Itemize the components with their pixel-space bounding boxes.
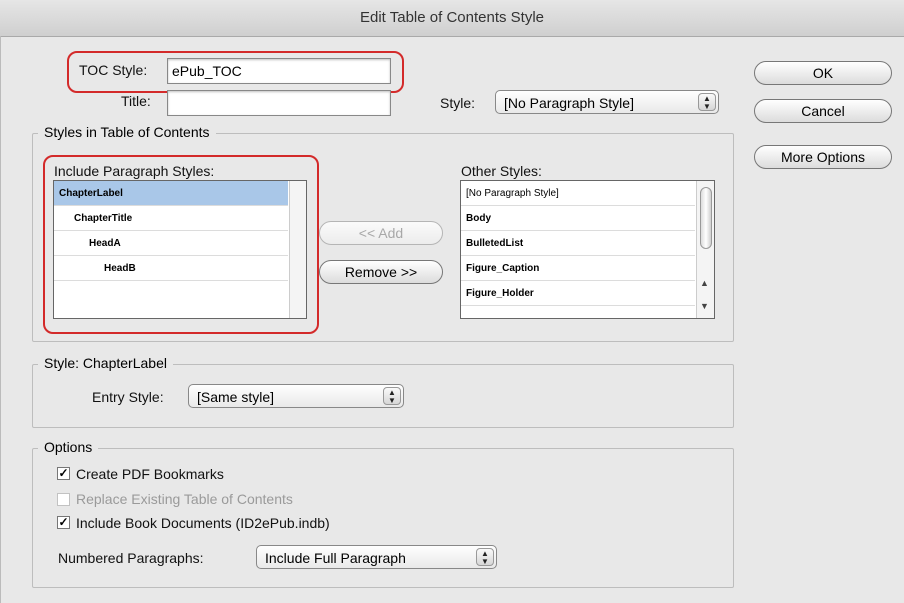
- other-styles-list[interactable]: [No Paragraph Style] Body BulletedList F…: [460, 180, 715, 319]
- popup-arrows-icon: ▲ ▼: [383, 387, 401, 405]
- list-item[interactable]: ChapterTitle: [54, 206, 288, 231]
- numbered-paragraphs-label: Numbered Paragraphs:: [58, 550, 204, 566]
- window-title: Edit Table of Contents Style: [360, 9, 544, 26]
- toc-style-field[interactable]: ePub_TOC: [167, 58, 391, 84]
- scroll-up-arrow-icon[interactable]: ▲: [700, 278, 709, 288]
- paragraph-style-value: [No Paragraph Style]: [504, 95, 634, 111]
- scroll-thumb[interactable]: [700, 187, 712, 249]
- toc-style-label: TOC Style:: [79, 62, 148, 78]
- title-label: Title:: [121, 93, 151, 109]
- popup-arrows-icon: ▲ ▼: [698, 93, 716, 111]
- entry-style-popup[interactable]: [Same style] ▲ ▼: [188, 384, 404, 408]
- replace-existing-label: Replace Existing Table of Contents: [76, 491, 293, 507]
- replace-existing-checkbox[interactable]: [57, 493, 70, 506]
- list-item[interactable]: HeadA: [54, 231, 288, 256]
- dialog-window: Edit Table of Contents Style TOC Style: …: [0, 0, 904, 603]
- numbered-paragraphs-value: Include Full Paragraph: [265, 550, 406, 566]
- popup-arrows-icon: ▲ ▼: [476, 548, 494, 566]
- more-options-button[interactable]: More Options: [754, 145, 892, 169]
- include-book-docs-checkbox[interactable]: ✓: [57, 516, 70, 529]
- list-item[interactable]: Figure_Holder: [461, 281, 695, 306]
- remove-button[interactable]: Remove >>: [319, 260, 443, 284]
- list-item[interactable]: HeadB: [54, 256, 288, 281]
- include-list-scrollbar[interactable]: [289, 181, 306, 318]
- entry-style-label: Entry Style:: [92, 389, 164, 405]
- list-item[interactable]: BulletedList: [461, 231, 695, 256]
- include-styles-list[interactable]: ChapterLabel ChapterTitle HeadA HeadB: [53, 180, 307, 319]
- ok-button[interactable]: OK: [754, 61, 892, 85]
- include-book-docs-label: Include Book Documents (ID2ePub.indb): [76, 515, 330, 531]
- cancel-button[interactable]: Cancel: [754, 99, 892, 123]
- other-styles-label: Other Styles:: [461, 163, 542, 179]
- list-item[interactable]: Figure_Caption: [461, 256, 695, 281]
- options-label: Options: [38, 439, 99, 455]
- chapter-label-style-label: Style: ChapterLabel: [38, 355, 173, 371]
- paragraph-style-popup[interactable]: [No Paragraph Style] ▲ ▼: [495, 90, 719, 114]
- other-list-scrollbar[interactable]: ▲ ▼: [696, 181, 714, 318]
- list-item[interactable]: Body: [461, 206, 695, 231]
- entry-style-value: [Same style]: [197, 389, 275, 405]
- include-styles-label: Include Paragraph Styles:: [54, 163, 215, 179]
- window-left-edge: [0, 36, 1, 603]
- paragraph-style-label: Style:: [440, 95, 476, 111]
- create-pdf-bookmarks-label: Create PDF Bookmarks: [76, 466, 224, 482]
- title-field[interactable]: [167, 90, 391, 116]
- list-item[interactable]: [No Paragraph Style]: [461, 181, 695, 206]
- list-item[interactable]: ChapterLabel: [54, 181, 288, 206]
- add-button[interactable]: << Add: [319, 221, 443, 245]
- scroll-down-arrow-icon[interactable]: ▼: [700, 301, 709, 311]
- numbered-paragraphs-popup[interactable]: Include Full Paragraph ▲ ▼: [256, 545, 497, 569]
- styles-in-toc-label: Styles in Table of Contents: [38, 124, 216, 140]
- title-bar: Edit Table of Contents Style: [0, 0, 904, 37]
- create-pdf-bookmarks-checkbox[interactable]: ✓: [57, 467, 70, 480]
